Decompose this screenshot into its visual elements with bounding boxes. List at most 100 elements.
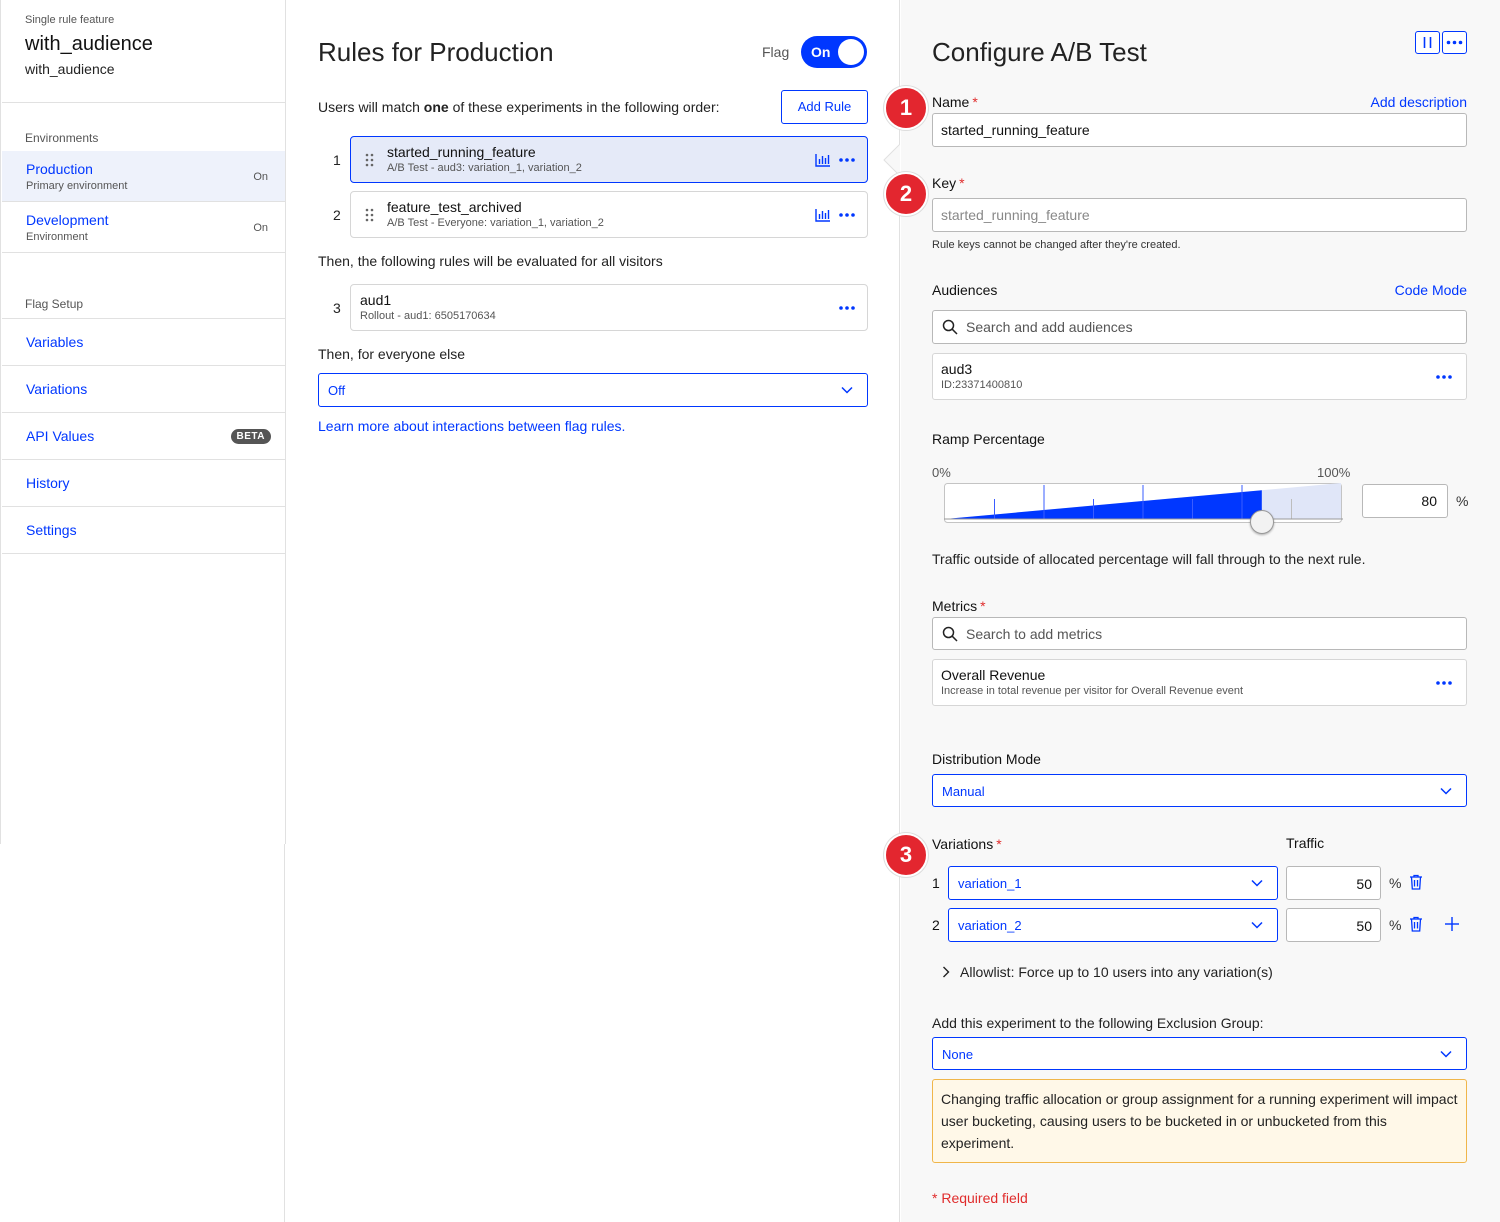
ramp-slider[interactable] [944, 483, 1343, 534]
plus-icon[interactable] [1445, 917, 1459, 931]
columns-icon[interactable] [1415, 31, 1440, 54]
required-field-note: * Required field [932, 1190, 1028, 1206]
chart-icon[interactable] [815, 208, 831, 222]
more-dots-icon[interactable] [839, 213, 855, 217]
rule-name: aud1 [360, 292, 392, 308]
flag-key: with_audience [25, 61, 115, 77]
beta-badge: BETA [230, 429, 271, 444]
more-dots-icon[interactable] [1436, 375, 1452, 379]
rule-summary: Rollout - aud1: 6505170634 [360, 310, 496, 322]
match-order-text: Users will match one of these experiment… [318, 99, 720, 115]
ramp-slider-handle[interactable] [1249, 510, 1274, 534]
key-input[interactable]: started_running_feature [932, 198, 1467, 232]
environments-heading: Environments [25, 131, 99, 145]
code-mode-link[interactable]: Code Mode [1395, 282, 1467, 298]
distribution-mode-select[interactable]: Manual [932, 774, 1467, 807]
ramp-label: Ramp Percentage [932, 431, 1045, 447]
more-dots-icon[interactable] [1442, 31, 1467, 54]
percent-sign: % [1389, 875, 1402, 891]
exclusion-group-select[interactable]: None [932, 1037, 1467, 1070]
trash-icon[interactable] [1409, 874, 1423, 890]
key-label: Key * [932, 175, 965, 191]
chart-icon[interactable] [815, 153, 831, 167]
select-value: variation_2 [958, 918, 1022, 933]
metric-desc: Increase in total revenue per visitor fo… [941, 685, 1244, 697]
metrics-search-input[interactable]: Search to add metrics [932, 617, 1467, 650]
metric-item: Overall Revenue Increase in total revenu… [932, 659, 1467, 706]
ramp-min-label: 0% [932, 465, 951, 480]
variation-select-1[interactable]: variation_1 [948, 866, 1278, 900]
sidebar-item-variables[interactable]: Variables [2, 319, 285, 366]
add-description-link[interactable]: Add description [1370, 94, 1467, 110]
flag-title: with_audience [25, 33, 153, 55]
rule-card-started-running-feature[interactable]: started_running_feature A/B Test - aud3:… [350, 136, 868, 183]
search-placeholder: Search to add metrics [966, 626, 1103, 642]
key-placeholder: started_running_feature [941, 207, 1090, 223]
sidebar-item-variations[interactable]: Variations [2, 366, 285, 413]
variation-number: 1 [932, 875, 940, 891]
ramp-percentage-input[interactable]: 80 [1362, 484, 1448, 518]
sidebar-item-api-values[interactable]: API Values BETA [2, 413, 285, 460]
learn-more-link[interactable]: Learn more about interactions between fl… [318, 418, 625, 434]
env-item-production[interactable]: Production Primary environment On [2, 151, 285, 202]
trash-icon[interactable] [1409, 916, 1423, 932]
configure-title: Configure A/B Test [932, 37, 1147, 67]
flag-toggle[interactable]: On [801, 36, 867, 68]
rule-name: started_running_feature [387, 144, 536, 160]
rule-number: 2 [333, 207, 341, 223]
audiences-label: Audiences [932, 282, 998, 298]
name-input[interactable]: started_running_feature [932, 113, 1467, 147]
rules-panel: Rules for Production Flag On Users will … [286, 0, 900, 1222]
traffic-input-1[interactable]: 50 [1286, 866, 1381, 900]
traffic-warning: Changing traffic allocation or group ass… [932, 1079, 1467, 1163]
rule-card-feature-test-archived[interactable]: feature_test_archived A/B Test - Everyon… [350, 191, 868, 238]
audience-id: ID:23371400810 [941, 379, 1023, 391]
rule-card-aud1[interactable]: aud1 Rollout - aud1: 6505170634 [350, 284, 868, 331]
search-placeholder: Search and add audiences [966, 319, 1133, 335]
variation-select-2[interactable]: variation_2 [948, 908, 1278, 942]
distribution-label: Distribution Mode [932, 751, 1041, 767]
chevron-down-icon [1440, 1050, 1452, 1058]
traffic-input-2[interactable]: 50 [1286, 908, 1381, 942]
exclusion-group-label: Add this experiment to the following Exc… [932, 1015, 1264, 1031]
rule-summary: A/B Test - Everyone: variation_1, variat… [387, 217, 604, 229]
selection-pointer [883, 144, 900, 176]
grip-icon[interactable] [365, 208, 375, 222]
flag-setup-heading: Flag Setup [25, 297, 84, 311]
sidebar-item-settings[interactable]: Settings [2, 507, 285, 554]
env-status: On [253, 222, 268, 234]
search-icon [942, 626, 958, 642]
chevron-down-icon [1251, 879, 1263, 887]
traffic-label: Traffic [1286, 835, 1325, 851]
more-dots-icon[interactable] [1436, 681, 1452, 685]
chevron-down-icon [1440, 787, 1452, 795]
rules-title: Rules for Production [318, 37, 554, 67]
chevron-right-icon [942, 966, 950, 978]
search-icon [942, 319, 958, 335]
env-desc: Environment [26, 231, 88, 243]
more-dots-icon[interactable] [839, 158, 855, 162]
select-value: Off [328, 383, 346, 398]
more-dots-icon[interactable] [839, 306, 855, 310]
configure-panel: Configure A/B Test Name * Add description… [901, 0, 1500, 1222]
variations-label: Variations * [932, 836, 1002, 852]
metric-name: Overall Revenue [941, 667, 1046, 683]
toggle-state: On [811, 44, 831, 60]
audience-item: aud3 ID:23371400810 [932, 353, 1467, 400]
rule-number: 3 [333, 300, 341, 316]
grip-icon[interactable] [365, 153, 375, 167]
chevron-down-icon [841, 386, 853, 394]
env-item-development[interactable]: Development Environment On [2, 202, 285, 253]
sidebar-item-history[interactable]: History [2, 460, 285, 507]
all-visitors-heading: Then, the following rules will be evalua… [318, 253, 663, 269]
key-helper-text: Rule keys cannot be changed after they'r… [932, 239, 1181, 251]
audience-search-input[interactable]: Search and add audiences [932, 310, 1467, 344]
add-rule-button[interactable]: Add Rule [781, 90, 868, 124]
toggle-knob [838, 39, 864, 65]
ramp-note: Traffic outside of allocated percentage … [932, 551, 1366, 567]
select-value: None [942, 1047, 974, 1062]
env-name: Production [26, 161, 93, 177]
rule-name: feature_test_archived [387, 199, 522, 215]
select-value: variation_1 [958, 876, 1022, 891]
everyone-else-select[interactable]: Off [318, 373, 868, 407]
